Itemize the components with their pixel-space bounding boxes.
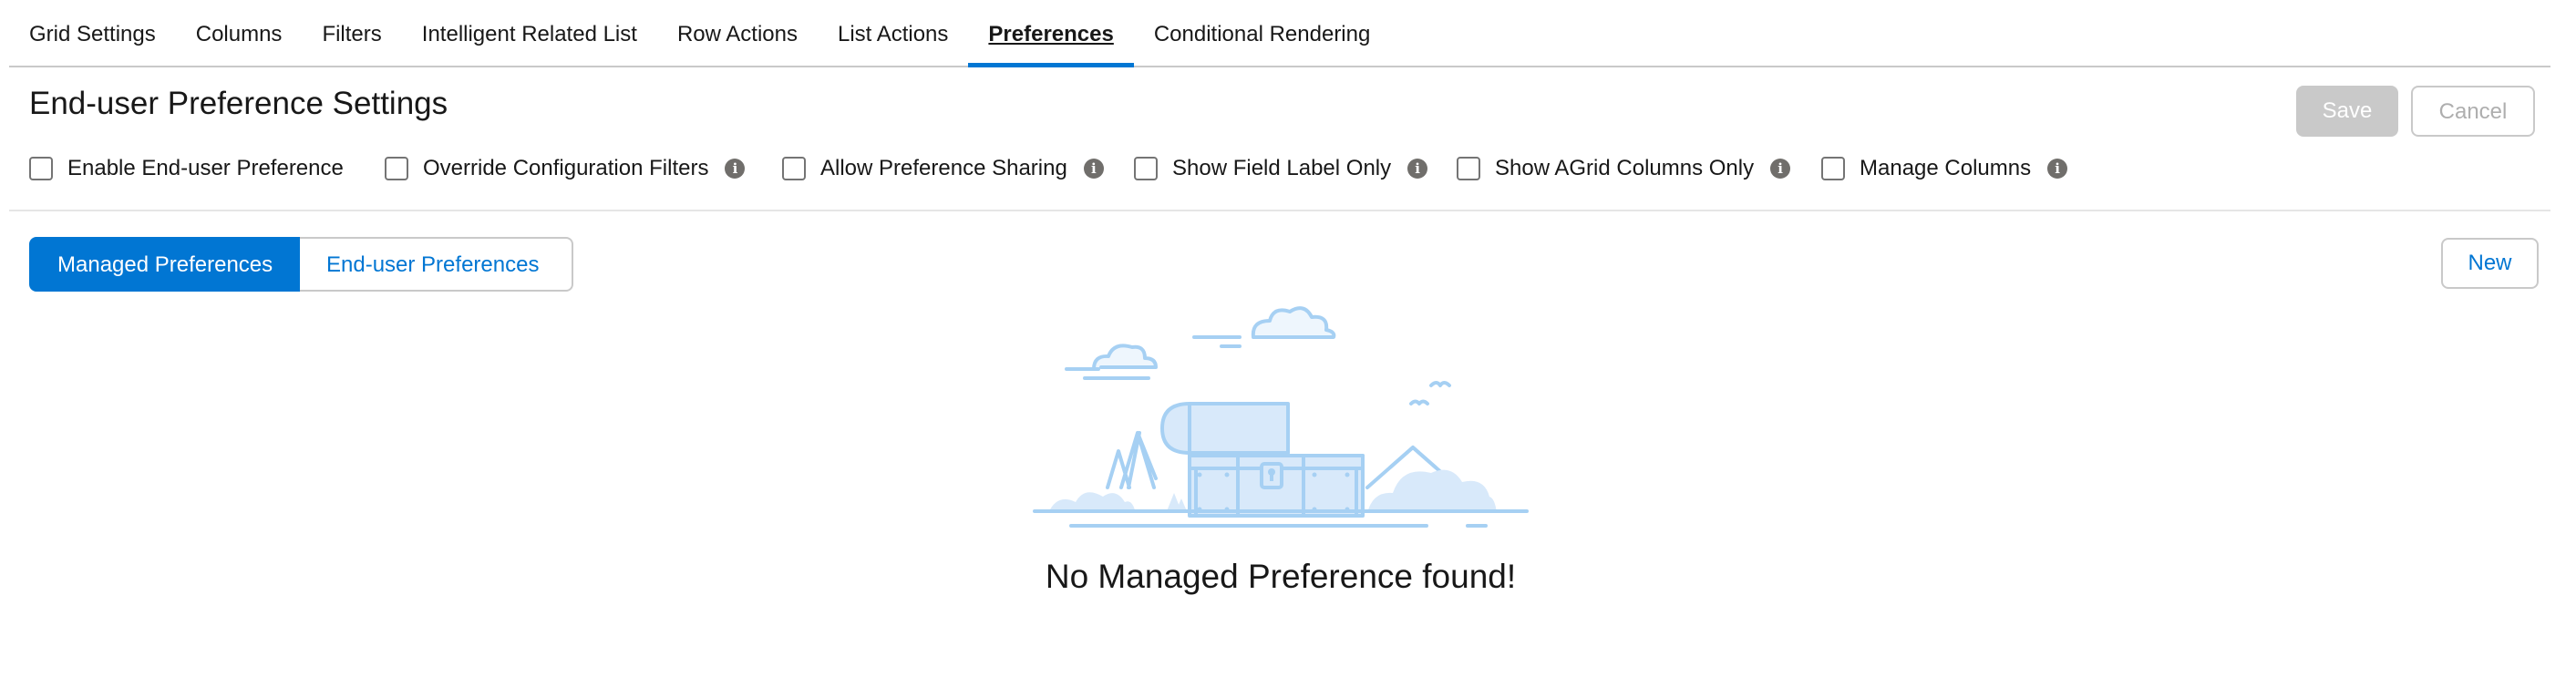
option-manage-columns[interactable]: Manage Columns i [1821,155,2068,182]
tab-grid-settings[interactable]: Grid Settings [9,0,176,66]
tab-filters[interactable]: Filters [302,0,401,66]
tab-preferences[interactable]: Preferences [968,0,1135,67]
option-label: Allow Preference Sharing [820,156,1067,180]
show-field-label-only-checkbox[interactable] [1134,157,1158,180]
option-label: Override Configuration Filters [423,156,709,180]
option-label: Show AGrid Columns Only [1495,156,1755,180]
info-icon[interactable]: i [2047,159,2068,179]
option-enable-end-user-preference[interactable]: Enable End-user Preference [29,155,344,182]
end-user-preferences-button[interactable]: End-user Preferences [300,237,573,292]
info-icon[interactable]: i [725,159,746,179]
section-divider [9,210,2550,211]
option-show-field-label-only[interactable]: Show Field Label Only i [1134,155,1428,182]
tab-columns[interactable]: Columns [176,0,303,66]
info-icon[interactable]: i [1083,159,1104,179]
option-label: Enable End-user Preference [67,156,344,180]
managed-preferences-button[interactable]: Managed Preferences [29,237,300,292]
page-title: End-user Preference Settings [29,86,448,121]
cancel-button[interactable]: Cancel [2411,86,2535,137]
info-icon[interactable]: i [1407,159,1428,179]
enable-end-user-preference-checkbox[interactable] [29,157,53,180]
tab-intelligent-related-list[interactable]: Intelligent Related List [402,0,657,66]
override-configuration-filters-checkbox[interactable] [385,157,408,180]
tab-bar: Grid Settings Columns Filters Intelligen… [9,0,2550,67]
info-icon[interactable]: i [1770,159,1791,179]
option-override-configuration-filters[interactable]: Override Configuration Filters i [385,155,746,182]
new-button[interactable]: New [2441,238,2539,289]
show-agrid-columns-only-checkbox[interactable] [1457,157,1480,180]
tab-list-actions[interactable]: List Actions [818,0,968,66]
tab-row-actions[interactable]: Row Actions [657,0,818,66]
empty-state-message: No Managed Preference found! [1045,558,1517,595]
treasure-chest-empty-illustration [1033,306,1529,528]
option-allow-preference-sharing[interactable]: Allow Preference Sharing i [782,155,1104,182]
option-label: Show Field Label Only [1172,156,1392,180]
allow-preference-sharing-checkbox[interactable] [782,157,806,180]
tab-conditional-rendering[interactable]: Conditional Rendering [1134,0,1391,66]
save-button[interactable]: Save [2296,86,2398,137]
option-show-agrid-columns-only[interactable]: Show AGrid Columns Only i [1457,155,1791,182]
option-label: Manage Columns [1860,156,2032,180]
preference-type-toggle: Managed Preferences End-user Preferences [29,237,573,292]
manage-columns-checkbox[interactable] [1821,157,1845,180]
